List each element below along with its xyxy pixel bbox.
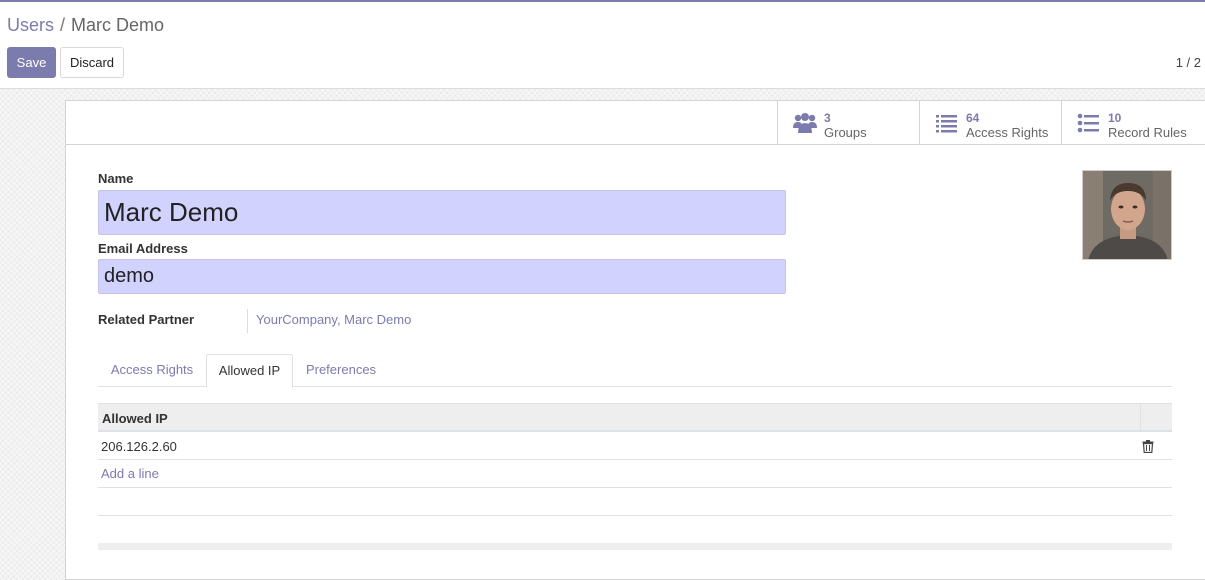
related-partner-label: Related Partner: [98, 312, 195, 327]
access-rights-label: Access Rights: [966, 125, 1049, 140]
users-icon: [793, 113, 817, 133]
allowed-ip-table: Allowed IP 206.126.2.60 Add a line: [98, 403, 1172, 550]
avatar[interactable]: [1082, 170, 1172, 260]
add-line-row: Add a line: [98, 460, 1172, 488]
tab-preferences[interactable]: Preferences: [293, 354, 389, 387]
record-rules-count: 10: [1108, 111, 1122, 125]
actions-column-header: [1140, 404, 1172, 431]
list-icon: [936, 115, 957, 133]
groups-count: 3: [824, 111, 831, 125]
control-panel: Users / Marc Demo Save Discard 1 / 2: [0, 2, 1205, 89]
breadcrumb-current: Marc Demo: [71, 15, 165, 35]
add-a-line-link[interactable]: Add a line: [101, 466, 159, 481]
name-field[interactable]: Marc Demo: [98, 190, 786, 235]
related-partner-link[interactable]: YourCompany, Marc Demo: [256, 312, 411, 327]
name-label: Name: [98, 171, 134, 186]
access-rights-stat-button[interactable]: 64 Access Rights: [919, 101, 1061, 144]
list-bullets-icon: [1077, 113, 1099, 133]
discard-button[interactable]: Discard: [60, 47, 124, 78]
record-rules-stat-button[interactable]: 10 Record Rules: [1061, 101, 1205, 144]
save-button[interactable]: Save: [7, 47, 56, 78]
breadcrumb-separator: /: [60, 15, 66, 35]
table-header: Allowed IP: [98, 403, 1172, 432]
groups-label: Groups: [824, 125, 867, 140]
content-area: 3 Groups 64 Access Rights 10 Record Rule…: [0, 89, 1205, 580]
trash-icon[interactable]: [1142, 440, 1154, 453]
breadcrumb: Users / Marc Demo: [7, 15, 164, 36]
partner-divider: [247, 309, 248, 333]
email-label: Email Address: [98, 241, 188, 256]
groups-stat-button[interactable]: 3 Groups: [777, 101, 919, 144]
table-row[interactable]: 206.126.2.60: [98, 432, 1172, 460]
tab-access-rights[interactable]: Access Rights: [98, 354, 206, 387]
breadcrumb-users-link[interactable]: Users: [7, 15, 54, 35]
avatar-photo: [1083, 171, 1171, 259]
notebook-tabs: Access Rights Allowed IP Preferences: [98, 354, 1172, 388]
access-rights-count: 64: [966, 111, 980, 125]
table-footer: [98, 543, 1172, 550]
email-field[interactable]: demo: [98, 259, 786, 294]
empty-row: [98, 488, 1172, 516]
button-box: 3 Groups 64 Access Rights 10 Record Rule…: [66, 101, 1205, 145]
allowed-ip-cell[interactable]: 206.126.2.60: [101, 439, 177, 454]
tab-allowed-ip[interactable]: Allowed IP: [206, 354, 293, 388]
record-rules-label: Record Rules: [1108, 125, 1187, 140]
allowed-ip-column-header[interactable]: Allowed IP: [102, 411, 168, 426]
pager-value[interactable]: 1 / 2: [1176, 55, 1201, 70]
form-sheet: 3 Groups 64 Access Rights 10 Record Rule…: [65, 100, 1205, 580]
